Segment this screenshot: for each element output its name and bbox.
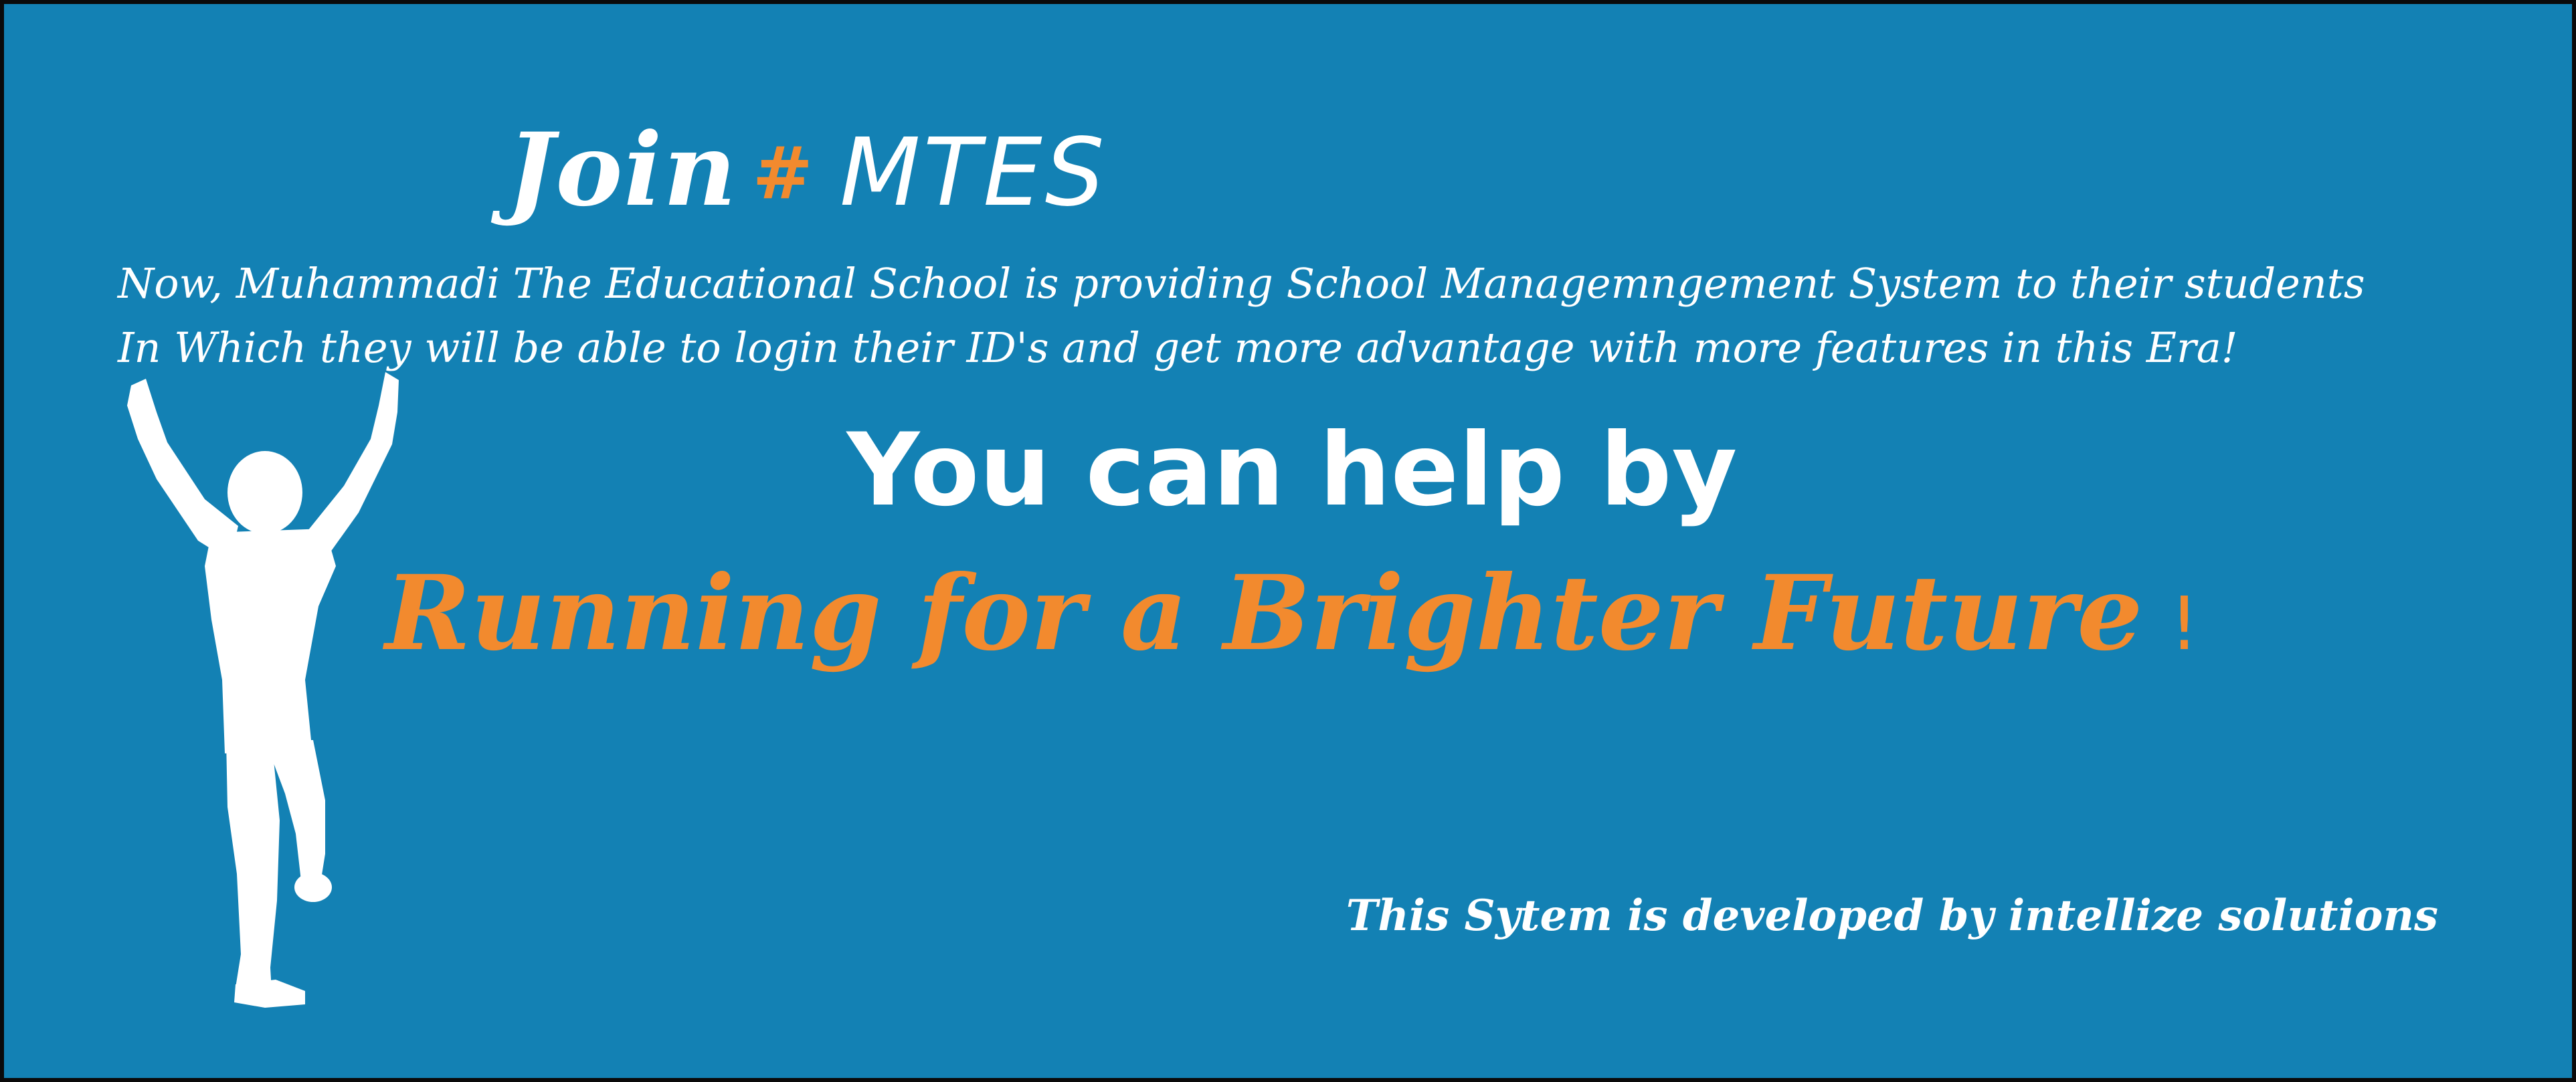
slogan-text: Running for a Brighter Future — [385, 553, 2143, 674]
slogan-exclamation: ! — [2169, 581, 2199, 666]
intro-line-2: In Which they will be able to login thei… — [118, 323, 2238, 372]
developer-credit: This Sytem is developed by intellize sol… — [1346, 891, 2438, 941]
banner-title: Join # MTES — [4, 111, 1610, 229]
help-heading: You can help by — [846, 412, 1738, 529]
title-hash: # — [752, 132, 813, 215]
title-join: Join — [507, 111, 738, 229]
title-brand: MTES — [839, 118, 1107, 228]
intro-line-1: Now, Muhammadi The Educational School is… — [118, 259, 2365, 308]
slogan: Running for a Brighter Future! — [4, 553, 2572, 674]
mtes-banner: Join # MTES Now, Muhammadi The Educational… — [0, 0, 2576, 1082]
intro-text: Now, Muhammadi The Educational School is… — [118, 252, 2526, 380]
